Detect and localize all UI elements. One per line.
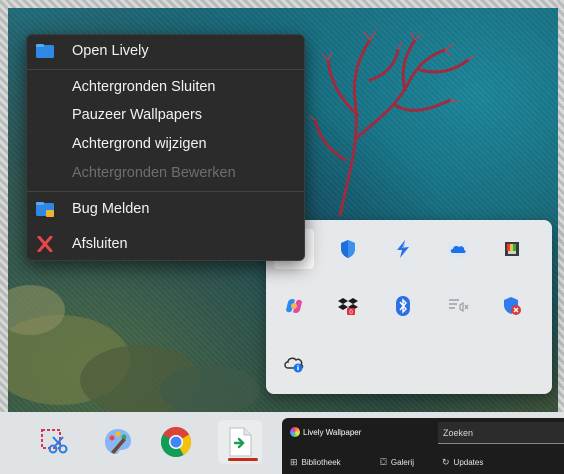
tray-overflow-flyout: 0 bbox=[266, 220, 552, 394]
svg-text:0: 0 bbox=[349, 309, 353, 316]
snipping-tool-icon[interactable] bbox=[32, 420, 76, 464]
refresh-icon: ↻ bbox=[442, 457, 450, 467]
bluetooth-icon[interactable] bbox=[383, 286, 423, 326]
lively-window-title: Lively Wallpaper bbox=[303, 428, 362, 437]
nav-label: Galerij bbox=[390, 458, 414, 467]
search-input[interactable]: Zoeken bbox=[438, 422, 564, 444]
menu-item-open-lively[interactable]: Open Lively bbox=[27, 38, 304, 64]
presentation-mute-icon[interactable] bbox=[438, 286, 478, 326]
screenshot-frame bbox=[558, 0, 564, 474]
screenshot-frame bbox=[0, 0, 8, 474]
copilot-icon[interactable] bbox=[274, 286, 314, 326]
dropbox-icon[interactable]: 0 bbox=[328, 286, 368, 326]
nav-label: Updates bbox=[453, 458, 484, 467]
menu-item-label: Bug Melden bbox=[72, 201, 150, 217]
nav-library[interactable]: ⊞ Bibliotheek bbox=[290, 457, 341, 468]
nav-label: Bibliotheek bbox=[301, 458, 341, 467]
menu-item-label: Achtergrond wijzigen bbox=[72, 136, 207, 152]
nav-gallery[interactable]: ⛋ Galerij bbox=[380, 457, 414, 468]
menu-item-pause-wallpapers[interactable]: Pauzeer Wallpapers bbox=[27, 102, 304, 128]
menu-item-label: Achtergronden Bewerken bbox=[72, 165, 236, 181]
close-x-icon bbox=[37, 236, 53, 252]
power-automate-icon[interactable] bbox=[383, 229, 423, 269]
color-picker-icon[interactable] bbox=[492, 229, 532, 269]
bag-icon: ⛋ bbox=[380, 457, 387, 467]
menu-item-label: Achtergronden Sluiten bbox=[72, 79, 216, 95]
reef-decoration bbox=[0, 285, 260, 415]
lively-window-preview[interactable]: Lively Wallpaper Zoeken ⊞ Bibliotheek ⛋ … bbox=[282, 418, 564, 474]
menu-item-label: Afsluiten bbox=[72, 236, 128, 252]
bug-report-icon bbox=[36, 202, 54, 217]
red-coral-decoration bbox=[308, 30, 475, 217]
onedrive-cloud-icon[interactable] bbox=[438, 229, 478, 269]
defender-shield-icon[interactable] bbox=[328, 229, 368, 269]
security-warning-icon[interactable] bbox=[492, 286, 532, 326]
grid-icon: ⊞ bbox=[290, 457, 298, 467]
menu-item-edit-wallpapers: Achtergronden Bewerken bbox=[27, 160, 304, 186]
menu-item-report-bug[interactable]: Bug Melden bbox=[27, 196, 304, 222]
menu-separator bbox=[27, 69, 304, 70]
cloud-info-icon[interactable] bbox=[274, 344, 314, 384]
chrome-icon[interactable] bbox=[154, 420, 198, 464]
menu-item-exit[interactable]: Afsluiten bbox=[27, 231, 304, 257]
active-app-indicator bbox=[228, 458, 258, 461]
menu-item-change-wallpaper[interactable]: Achtergrond wijzigen bbox=[27, 131, 304, 157]
menu-item-close-wallpapers[interactable]: Achtergronden Sluiten bbox=[27, 74, 304, 100]
screenshot-frame bbox=[0, 0, 564, 8]
menu-item-label: Open Lively bbox=[72, 43, 149, 59]
search-value: Zoeken bbox=[443, 427, 474, 438]
nav-updates[interactable]: ↻ Updates bbox=[442, 457, 483, 468]
lively-folder-icon bbox=[36, 44, 54, 58]
lively-logo-icon bbox=[290, 427, 300, 437]
menu-separator bbox=[27, 191, 304, 192]
paint-icon[interactable] bbox=[96, 420, 140, 464]
menu-item-label: Pauzeer Wallpapers bbox=[72, 107, 203, 123]
lively-context-menu: Open Lively Achtergronden Sluiten Pauzee… bbox=[26, 34, 305, 261]
